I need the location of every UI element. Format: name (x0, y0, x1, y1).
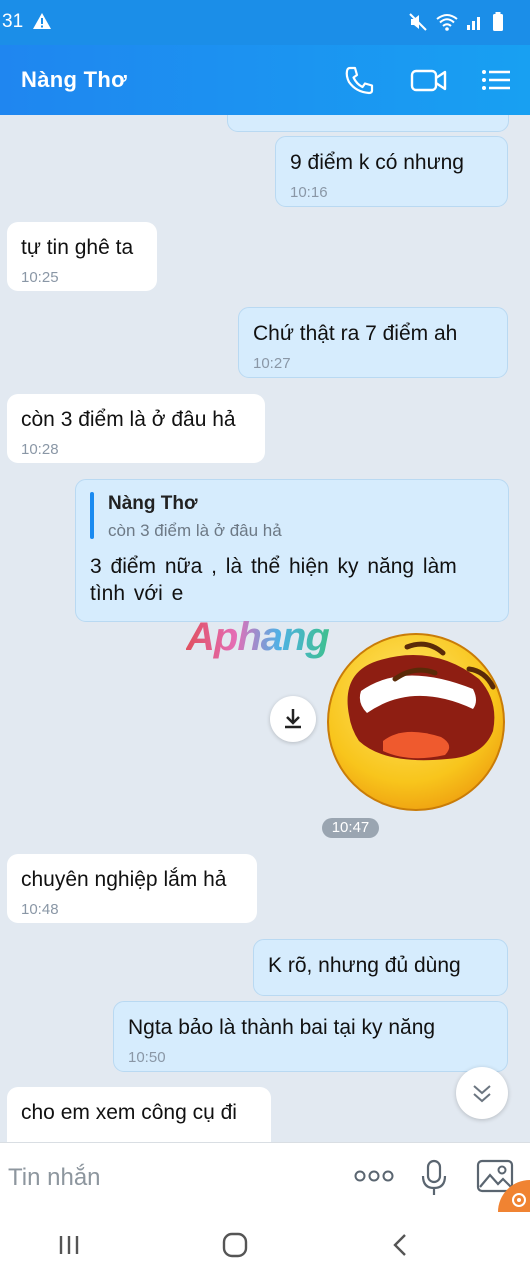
message-bubble-out[interactable]: Chứ thật ra 7 điểm ah 10:27 (238, 307, 508, 378)
battery-icon (493, 12, 503, 31)
message-bubble-out[interactable]: Ngta bảo là thành bai tại ky năng 10:50 (113, 1001, 508, 1072)
message-text: chuyên nghiệp lắm hả (21, 868, 227, 891)
message-bubble-in[interactable]: chuyên nghiệp lắm hả 10:48 (7, 854, 257, 923)
double-chevron-down-icon (473, 1085, 491, 1103)
chat-header: Nàng Thơ (0, 45, 530, 115)
message-time: 10:50 (128, 1049, 166, 1066)
warning-icon (33, 13, 51, 29)
more-options-icon[interactable] (354, 1169, 394, 1183)
message-time: 10:27 (253, 355, 291, 372)
system-navigation-bar (0, 1212, 530, 1280)
recent-apps-icon[interactable] (57, 1233, 83, 1257)
status-bar: 31 (0, 0, 530, 45)
message-bubble-in[interactable]: tự tin ghê ta 10:25 (7, 222, 157, 291)
message-text: K rõ, nhưng đủ dùng (268, 954, 461, 977)
mute-icon (409, 13, 427, 31)
message-text: 3 điểm nữa , là thể hiện ky năng làm tìn… (90, 555, 457, 605)
message-time: 10:28 (21, 441, 59, 458)
message-bubble-in[interactable]: còn 3 điểm là ở đâu hả 10:28 (7, 394, 265, 463)
message-text: cho em xem công cụ đi (21, 1101, 237, 1124)
scroll-to-bottom-button[interactable] (456, 1067, 508, 1119)
message-input[interactable]: Tin nhắn (8, 1164, 101, 1192)
home-icon[interactable] (221, 1231, 249, 1259)
message-text: còn 3 điểm là ở đâu hả (21, 408, 236, 431)
message-time: 10:25 (21, 269, 59, 286)
signal-icon (467, 17, 480, 30)
status-time: 31 (2, 11, 24, 32)
message-bubble-out[interactable]: K rõ, nhưng đủ dùng (253, 939, 508, 996)
wifi-icon (436, 14, 458, 31)
message-bubble-out[interactable]: 9 điểm k có nhưng 10:16 (275, 136, 508, 207)
quoted-sender: Nàng Thơ (108, 493, 198, 514)
floating-bubble-icon[interactable] (497, 1179, 530, 1212)
previous-message-bubble (227, 115, 509, 132)
message-text: Chứ thật ra 7 điểm ah (253, 322, 458, 345)
download-button[interactable] (270, 696, 316, 742)
message-text: 9 điểm k có nhưng (290, 151, 464, 174)
message-text: tự tin ghê ta (21, 236, 134, 259)
message-bubble-in[interactable]: cho em xem công cụ đi (7, 1087, 271, 1142)
reply-message-bubble[interactable]: Nàng Thơ còn 3 điểm là ở đâu hả 3 điểm n… (75, 479, 509, 622)
message-time: 10:16 (290, 184, 328, 201)
laughing-sticker[interactable] (323, 629, 509, 815)
quote-bar (90, 492, 94, 539)
phone-call-icon[interactable] (341, 63, 377, 97)
sticker-time: 10:47 (322, 818, 379, 838)
message-text: Ngta bảo là thành bai tại ky năng (128, 1016, 436, 1039)
microphone-icon[interactable] (421, 1159, 447, 1197)
message-input-bar: Tin nhắn (0, 1142, 530, 1213)
message-time: 10:48 (21, 901, 59, 918)
svg-text:Aphang: Aphang (186, 616, 329, 659)
quoted-text: còn 3 điểm là ở đâu hả (108, 521, 282, 540)
menu-list-icon[interactable] (478, 63, 514, 97)
video-call-icon[interactable] (409, 63, 449, 97)
back-icon[interactable] (390, 1231, 410, 1259)
contact-name[interactable]: Nàng Thơ (21, 67, 127, 93)
download-icon (285, 709, 301, 729)
message-list[interactable]: 9 điểm k có nhưng 10:16 tự tin ghê ta 10… (0, 115, 530, 1142)
